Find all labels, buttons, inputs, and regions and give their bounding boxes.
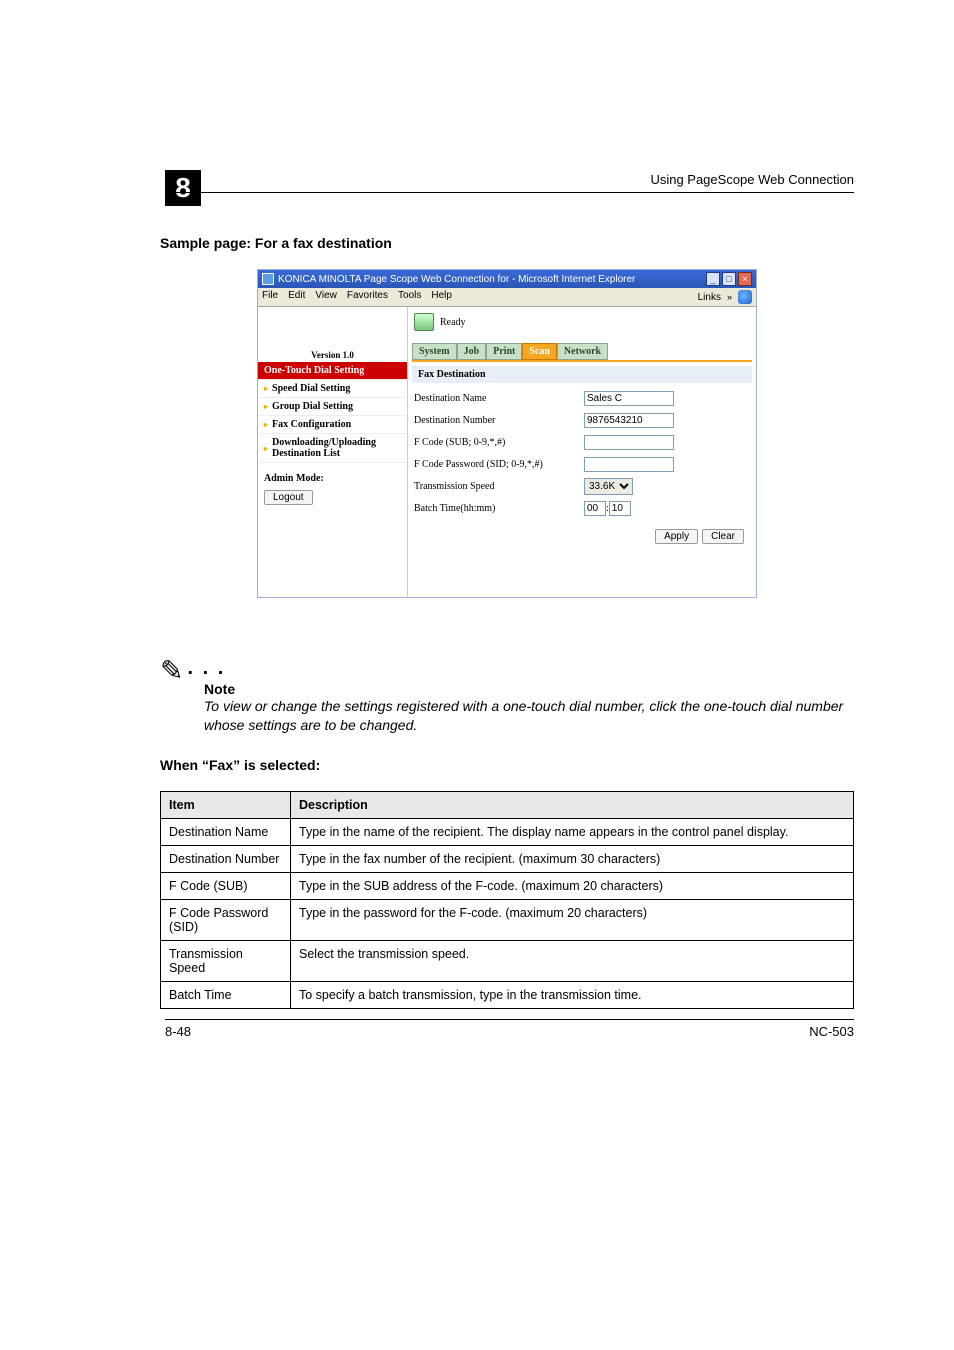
table-row: Destination NumberType in the fax number… [161,845,854,872]
cell-desc: Type in the SUB address of the F-code. (… [291,872,854,899]
chapter-number: 8 [165,170,201,206]
table-row: F Code (SUB)Type in the SUB address of t… [161,872,854,899]
cell-item: Destination Number [161,845,291,872]
form-area: Destination Name Destination Number F Co… [408,383,756,523]
main-pane: Ready System Job Print Scan Network Fax … [408,307,756,597]
minimize-button[interactable]: _ [706,272,720,286]
note-text: To view or change the settings registere… [204,697,854,735]
status-row: Ready [408,307,756,343]
footer: 8-48 NC-503 [165,1019,854,1039]
dots-icon: . . . [187,657,225,679]
printer-icon [414,313,434,331]
table-row: Transmission SpeedSelect the transmissio… [161,940,854,981]
apply-button[interactable]: Apply [655,529,698,544]
sidebar-item-fax-config[interactable]: ▸ Fax Configuration [258,416,407,434]
menu-view[interactable]: View [315,290,337,304]
sidebar-label: Downloading/Uploading Destination List [272,437,401,459]
menu-bar: File Edit View Favorites Tools Help Link… [258,288,756,307]
tx-speed-label: Transmission Speed [414,481,584,492]
th-desc: Description [291,791,854,818]
logo-area: Version 1.0 [258,307,407,362]
cell-item: Batch Time [161,981,291,1008]
window-title-text: KONICA MINOLTA Page Scope Web Connection… [278,274,635,285]
table-row: F Code Password (SID)Type in the passwor… [161,899,854,940]
menu-favorites[interactable]: Favorites [347,290,388,304]
cell-desc: Select the transmission speed. [291,940,854,981]
sidebar-label: Group Dial Setting [272,401,353,412]
batch-time-label: Batch Time(hh:mm) [414,503,584,514]
triangle-icon: ▸ [264,384,268,393]
menu-help[interactable]: Help [431,290,452,304]
cell-desc: Type in the name of the recipient. The d… [291,818,854,845]
cell-item: F Code Password (SID) [161,899,291,940]
browser-window: KONICA MINOLTA Page Scope Web Connection… [257,269,757,598]
dest-number-label: Destination Number [414,415,584,426]
sidebar-item-speed-dial[interactable]: ▸ Speed Dial Setting [258,380,407,398]
tab-job[interactable]: Job [457,343,487,360]
tab-system[interactable]: System [412,343,457,360]
ie-logo-icon [738,290,752,304]
tab-scan[interactable]: Scan [522,343,557,360]
note-block: ✎. . . Note To view or change the settin… [160,648,854,735]
cell-item: F Code (SUB) [161,872,291,899]
note-label: Note [204,681,854,697]
tab-print[interactable]: Print [486,343,522,360]
version-label: Version 1.0 [311,350,354,360]
doc-id: NC-503 [809,1024,854,1039]
cell-desc: To specify a batch transmission, type in… [291,981,854,1008]
sidebar-item-onetouch[interactable]: One-Touch Dial Setting [258,362,407,380]
ie-page-icon [262,273,274,285]
sidebar-item-group-dial[interactable]: ▸ Group Dial Setting [258,398,407,416]
menu-file[interactable]: File [262,290,278,304]
clear-button[interactable]: Clear [702,529,744,544]
status-text: Ready [440,317,466,328]
close-button[interactable]: × [738,272,752,286]
page-number: 8-48 [165,1024,191,1039]
menu-edit[interactable]: Edit [288,290,305,304]
batch-mm-input[interactable] [609,501,631,516]
panel-title: Fax Destination [412,366,752,383]
table-row: Batch TimeTo specify a batch transmissio… [161,981,854,1008]
window-titlebar: KONICA MINOLTA Page Scope Web Connection… [258,270,756,288]
fcode-pwd-input[interactable] [584,457,674,472]
sidebar-label: Fax Configuration [272,419,351,430]
dest-number-input[interactable] [584,413,674,428]
cell-item: Transmission Speed [161,940,291,981]
sidebar-label: Speed Dial Setting [272,383,350,394]
table-row: Destination NameType in the name of the … [161,818,854,845]
triangle-icon: ▸ [264,444,268,453]
cell-desc: Type in the fax number of the recipient.… [291,845,854,872]
fcode-sub-label: F Code (SUB; 0-9,*,#) [414,437,584,448]
chevron-right-icon[interactable]: » [727,292,732,302]
triangle-icon: ▸ [264,420,268,429]
tab-underline [412,360,752,362]
dest-name-input[interactable] [584,391,674,406]
cell-desc: Type in the password for the F-code. (ma… [291,899,854,940]
sidebar-item-dest-list[interactable]: ▸ Downloading/Uploading Destination List [258,434,407,463]
subheading-sample: Sample page: For a fax destination [160,235,854,251]
logout-button[interactable]: Logout [264,490,313,505]
menu-tools[interactable]: Tools [398,290,421,304]
links-label[interactable]: Links [698,292,721,303]
header-title: Using PageScope Web Connection [650,172,854,187]
th-item: Item [161,791,291,818]
fcode-pwd-label: F Code Password (SID; 0-9,*,#) [414,459,584,470]
triangle-icon: ▸ [264,402,268,411]
tx-speed-select[interactable]: 33.6K [584,478,633,495]
tab-bar: System Job Print Scan Network [408,343,756,360]
cell-item: Destination Name [161,818,291,845]
tab-network[interactable]: Network [557,343,608,360]
fcode-sub-input[interactable] [584,435,674,450]
description-table: Item Description Destination NameType in… [160,791,854,1009]
dest-name-label: Destination Name [414,393,584,404]
maximize-button[interactable]: □ [722,272,736,286]
pen-icon: ✎ [160,654,183,687]
admin-mode-label: Admin Mode: [258,463,407,488]
header-rule [165,192,854,193]
sidebar: Version 1.0 One-Touch Dial Setting ▸ Spee… [258,307,408,597]
batch-hh-input[interactable] [584,501,606,516]
subheading-fax-selected: When “Fax” is selected: [160,757,854,773]
